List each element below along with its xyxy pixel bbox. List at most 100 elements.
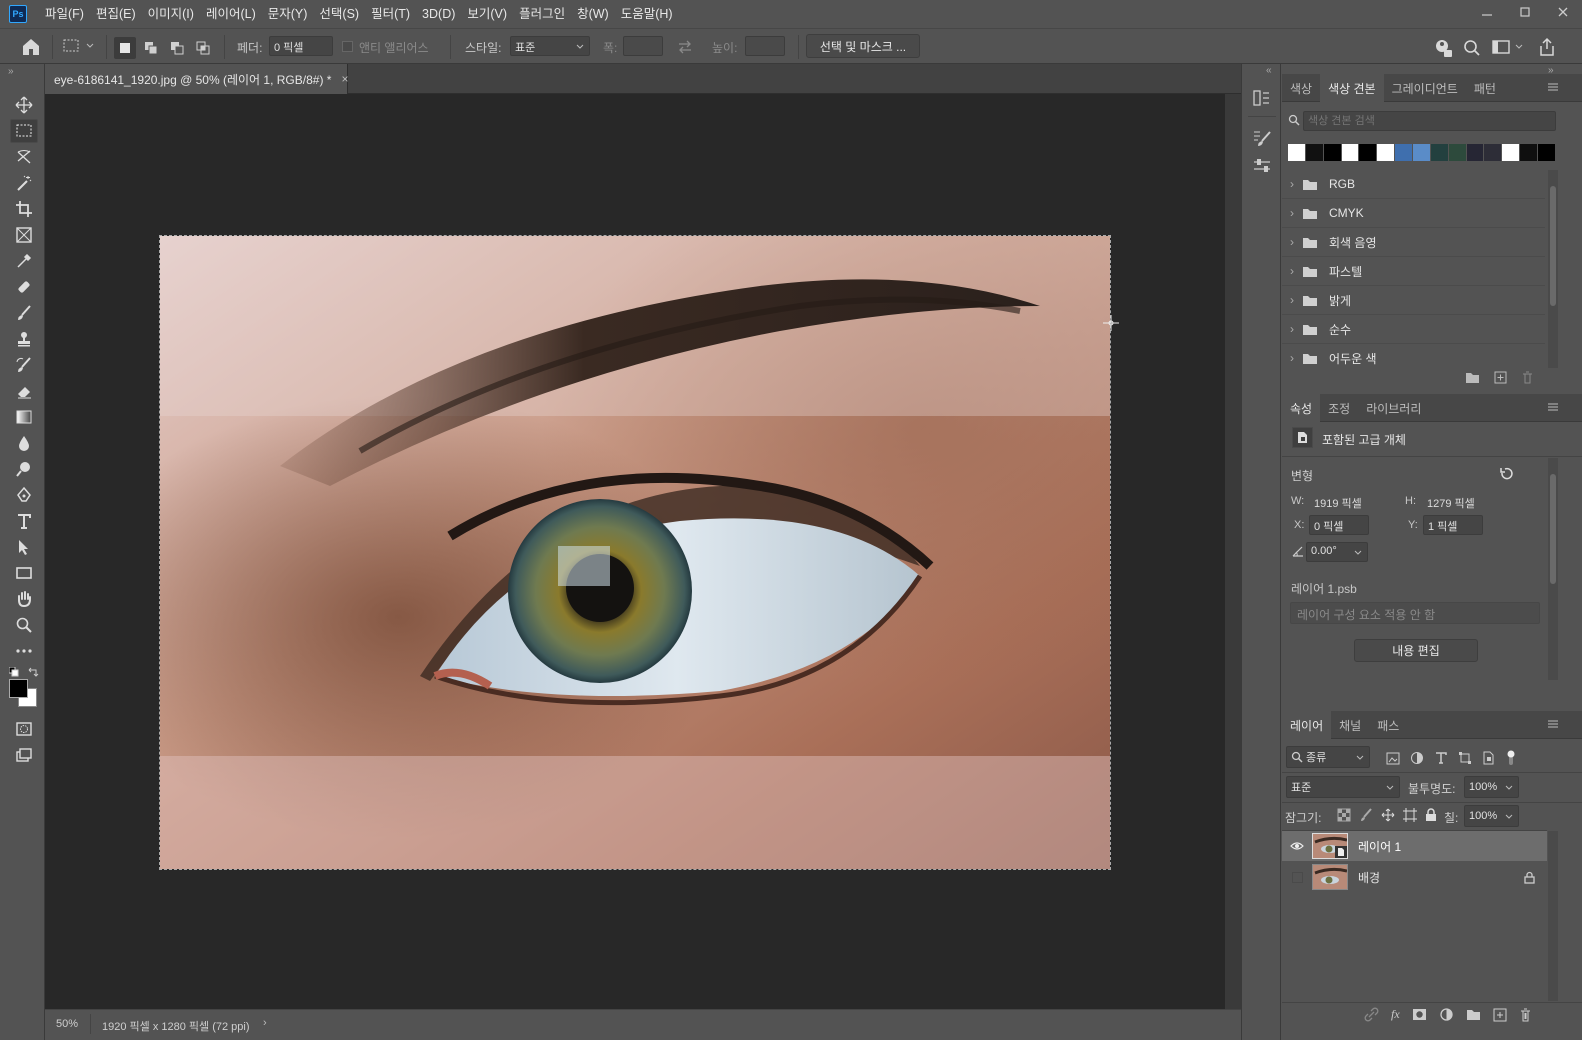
- eyedropper-tool-icon[interactable]: [10, 249, 38, 273]
- swatch-chip[interactable]: [1323, 144, 1341, 161]
- layer-row-layer-1[interactable]: 레이어 1: [1282, 831, 1547, 861]
- swatch-chip[interactable]: [1413, 144, 1430, 161]
- filter-toggle-icon[interactable]: [1506, 750, 1516, 766]
- swatch-search-input[interactable]: [1303, 111, 1556, 131]
- swatch-group-pastel[interactable]: › 파스텔: [1282, 257, 1545, 286]
- pen-tool-icon[interactable]: [10, 483, 38, 507]
- collapse-toolbar-icon[interactable]: »: [8, 66, 14, 77]
- tab-adjustments[interactable]: 조정: [1320, 394, 1358, 422]
- swatch-list-scrollbar[interactable]: [1548, 170, 1558, 368]
- menu-3d[interactable]: 3D(D): [416, 0, 461, 28]
- menu-layer[interactable]: 레이어(L): [200, 0, 262, 28]
- swatch-chip[interactable]: [1377, 144, 1395, 161]
- swatch-chip[interactable]: [1395, 144, 1413, 161]
- y-input[interactable]: 1 픽셀: [1423, 515, 1483, 535]
- healing-brush-tool-icon[interactable]: [10, 275, 38, 299]
- menu-edit[interactable]: 편집(E): [90, 0, 142, 28]
- new-swatch-group-icon[interactable]: [1465, 371, 1480, 384]
- canvas-area[interactable]: [45, 94, 1225, 1009]
- angle-input[interactable]: 0.00°: [1306, 542, 1368, 562]
- maximize-button[interactable]: [1506, 0, 1544, 24]
- brushes-panel-icon[interactable]: [1252, 128, 1272, 148]
- lock-artboard-icon[interactable]: [1403, 808, 1417, 822]
- close-window-button[interactable]: [1544, 0, 1582, 24]
- swatch-chip[interactable]: [1484, 144, 1502, 161]
- zoom-level[interactable]: 50%: [56, 1018, 78, 1030]
- filter-shape-icon[interactable]: [1458, 751, 1472, 765]
- subtract-selection-button[interactable]: [166, 37, 188, 59]
- document-vertical-scrollbar[interactable]: [1225, 94, 1241, 1009]
- document-image[interactable]: [159, 235, 1111, 870]
- dodge-tool-icon[interactable]: [10, 457, 38, 481]
- adjustments-panel-icon[interactable]: [1252, 156, 1272, 176]
- swap-width-height-icon[interactable]: [677, 40, 693, 54]
- panel-menu-icon[interactable]: [1547, 719, 1559, 729]
- x-input[interactable]: 0 픽셀: [1309, 515, 1369, 535]
- filter-type-icon[interactable]: [1434, 751, 1448, 765]
- eye-visibility-icon[interactable]: [1282, 841, 1312, 851]
- swatch-chip[interactable]: [1430, 144, 1448, 161]
- link-layers-icon[interactable]: [1364, 1007, 1379, 1022]
- tab-libraries[interactable]: 라이브러리: [1358, 394, 1429, 422]
- magic-wand-tool-icon[interactable]: [10, 171, 38, 195]
- reset-transform-icon[interactable]: [1499, 466, 1514, 481]
- document-tab[interactable]: eye-6186141_1920.jpg @ 50% (레이어 1, RGB/8…: [45, 64, 348, 94]
- swatch-chip[interactable]: [1288, 144, 1305, 161]
- swatch-group-pure[interactable]: › 순수: [1282, 315, 1545, 344]
- tab-swatches[interactable]: 색상 견본: [1320, 74, 1384, 102]
- history-brush-tool-icon[interactable]: [10, 353, 38, 377]
- swatch-chip[interactable]: [1359, 144, 1377, 161]
- swatch-group-rgb[interactable]: › RGB: [1282, 170, 1545, 199]
- zoom-tool-icon[interactable]: [10, 613, 38, 637]
- swatch-group-cmyk[interactable]: › CMYK: [1282, 199, 1545, 228]
- swatch-chip[interactable]: [1538, 144, 1555, 161]
- select-and-mask-button[interactable]: 선택 및 마스크 ...: [806, 34, 920, 58]
- foreground-color-swatch[interactable]: [9, 679, 28, 698]
- frame-tool-icon[interactable]: [10, 223, 38, 247]
- hidden-visibility-box[interactable]: [1282, 871, 1312, 883]
- type-tool-icon[interactable]: [10, 509, 38, 533]
- share-learn-icon[interactable]: [1433, 38, 1453, 58]
- tab-properties[interactable]: 속성: [1282, 394, 1321, 422]
- menu-plugins[interactable]: 플러그인: [513, 0, 571, 28]
- hand-tool-icon[interactable]: [10, 587, 38, 611]
- panel-menu-icon[interactable]: [1547, 82, 1559, 92]
- lock-image-pixels-icon[interactable]: [1359, 808, 1373, 822]
- lock-transparent-pixels-icon[interactable]: [1337, 808, 1351, 822]
- feather-input[interactable]: 0 픽셀: [269, 36, 333, 56]
- width-input[interactable]: [623, 36, 663, 56]
- add-mask-icon[interactable]: [1412, 1008, 1427, 1021]
- swatch-chip[interactable]: [1341, 144, 1359, 161]
- menu-select[interactable]: 선택(S): [313, 0, 365, 28]
- height-input[interactable]: [745, 36, 785, 56]
- layer-effects-icon[interactable]: fx: [1391, 1007, 1400, 1022]
- lock-position-icon[interactable]: [1381, 808, 1395, 822]
- lock-all-icon[interactable]: [1425, 808, 1437, 822]
- swatch-group-light[interactable]: › 밝게: [1282, 286, 1545, 315]
- opacity-input[interactable]: 100%: [1464, 776, 1519, 798]
- history-panel-icon[interactable]: [1252, 88, 1272, 108]
- rectangle-tool-icon[interactable]: [10, 561, 38, 585]
- intersect-selection-button[interactable]: [192, 37, 214, 59]
- tab-gradients[interactable]: 그레이디언트: [1384, 74, 1466, 102]
- close-tab-icon[interactable]: ×: [341, 72, 348, 86]
- move-tool-icon[interactable]: [10, 93, 38, 117]
- swatch-chip[interactable]: [1502, 144, 1520, 161]
- rectangular-marquee-tool-icon[interactable]: [10, 119, 38, 143]
- new-layer-icon[interactable]: [1493, 1008, 1507, 1022]
- new-swatch-icon[interactable]: [1494, 371, 1507, 384]
- tab-paths[interactable]: 패스: [1369, 711, 1407, 739]
- layer-comp-dropdown[interactable]: 레이어 구성 요소 적용 안 함: [1290, 602, 1540, 624]
- swap-colors-icon[interactable]: [27, 666, 39, 678]
- search-icon[interactable]: [1463, 39, 1481, 57]
- path-selection-tool-icon[interactable]: [10, 535, 38, 559]
- new-selection-button[interactable]: [114, 37, 136, 59]
- gradient-tool-icon[interactable]: [10, 405, 38, 429]
- crop-tool-icon[interactable]: [10, 197, 38, 221]
- menu-file[interactable]: 파일(F): [39, 0, 90, 28]
- tab-layers[interactable]: 레이어: [1282, 711, 1332, 739]
- status-expand-icon[interactable]: ›: [263, 1017, 267, 1029]
- tab-color[interactable]: 색상: [1282, 74, 1320, 102]
- minimize-button[interactable]: [1468, 0, 1506, 24]
- screen-mode-icon[interactable]: [10, 743, 38, 767]
